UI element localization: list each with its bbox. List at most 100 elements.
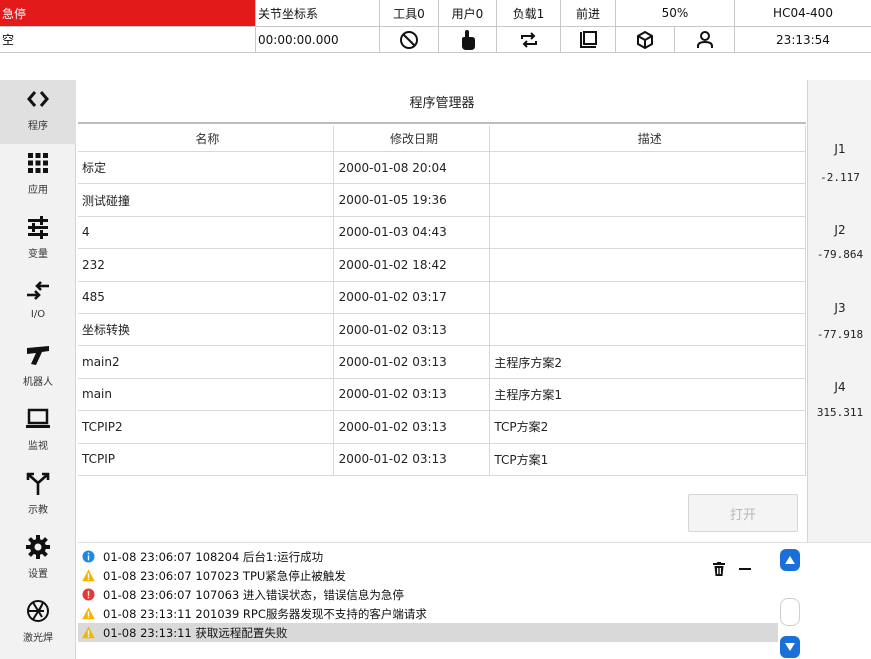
program-table: 名称 修改日期 描述 标定 2000-01-08 20:04 测试碰撞 2000-01… <box>78 126 806 476</box>
program-name-cell: 标定 <box>82 161 107 176</box>
joint-value: -2.117 <box>820 171 860 184</box>
table-header: 名称 修改日期 描述 <box>78 126 805 152</box>
log-panel: 01-08 23:06:07 108204 后台1:运行成功 01-08 23:0… <box>78 542 871 659</box>
joint-panel: J1 -2.117 J2 -79.864 J3 -77.918 J4 315.3… <box>807 80 871 542</box>
modified-date-cell: 2000-01-02 18:42 <box>332 249 490 281</box>
nav-label: 设置 <box>28 569 48 580</box>
log-entry[interactable]: 01-08 23:06:07 108204 后台1:运行成功 <box>78 547 778 566</box>
code-brackets-icon <box>27 91 49 107</box>
joint-value: -79.864 <box>816 248 864 261</box>
load-selector[interactable]: 负载1 <box>497 0 561 26</box>
column-header-name[interactable]: 名称 <box>78 126 333 151</box>
joint-value: 315.311 <box>816 406 864 419</box>
nav-item-settings[interactable]: 设置 <box>0 528 76 592</box>
warning-icon <box>82 607 95 620</box>
nav-item-laser-weld[interactable]: 激光焊 <box>0 592 76 656</box>
user-icon[interactable] <box>675 27 735 52</box>
description-cell <box>489 152 805 184</box>
table-row[interactable]: 232 2000-01-02 18:42 <box>78 249 805 282</box>
log-text: 01-08 23:13:11 获取远程配置失败 <box>103 625 288 640</box>
chevron-down-icon <box>785 643 795 651</box>
modified-date-cell: 2000-01-08 20:04 <box>332 152 490 184</box>
nav-item-program[interactable]: 程序 <box>0 80 76 144</box>
chevron-up-icon <box>785 556 795 564</box>
nav-label: 程序 <box>28 121 48 132</box>
table-row[interactable]: 标定 2000-01-08 20:04 <box>78 152 805 185</box>
nav-item-teach[interactable]: 示教 <box>0 464 76 528</box>
log-text: 01-08 23:06:07 107023 TPU紧急停止被触发 <box>103 568 346 583</box>
description-cell: 主程序方案1 <box>489 378 805 411</box>
description-cell <box>489 313 805 346</box>
nav-item-io[interactable]: I/O <box>0 272 76 336</box>
nav-label: 应用 <box>28 185 48 196</box>
estop-indicator[interactable]: 急停 <box>0 0 256 26</box>
trash-icon <box>713 562 725 576</box>
program-name-cell: TCPIP2 <box>82 419 123 434</box>
nav-item-apps[interactable]: 应用 <box>0 144 76 208</box>
gear-icon <box>26 535 50 559</box>
tool-selector[interactable]: 工具0 <box>380 0 439 26</box>
nav-label: 机器人 <box>23 377 53 388</box>
nav-item-robot[interactable]: 机器人 <box>0 336 76 400</box>
no-entry-icon[interactable] <box>380 27 439 52</box>
program-name-cell: 4 <box>82 225 90 240</box>
scroll-up-button[interactable] <box>780 549 800 571</box>
error-icon <box>82 588 95 601</box>
description-cell <box>489 249 805 281</box>
joint-name: J1 <box>834 142 846 156</box>
joint-value: -77.918 <box>816 328 864 341</box>
joint-name: J2 <box>834 223 846 237</box>
program-state: 空 <box>0 27 256 52</box>
page-title: 程序管理器 <box>78 80 806 124</box>
apps-grid-icon <box>28 153 48 173</box>
log-entry[interactable]: 01-08 23:06:07 107023 TPU紧急停止被触发 <box>78 566 778 585</box>
warning-icon <box>82 569 95 582</box>
log-entry[interactable]: 01-08 23:13:11 获取远程配置失败 <box>78 623 778 642</box>
nav-item-variables[interactable]: 变量 <box>0 208 76 272</box>
joint-name: J4 <box>834 380 846 394</box>
scroll-thumb[interactable] <box>780 598 800 626</box>
program-name-cell: 232 <box>82 257 105 272</box>
scroll-down-button[interactable] <box>780 636 800 658</box>
nav-item-monitor[interactable]: 监视 <box>0 400 76 464</box>
coordinate-system[interactable]: 关节坐标系 <box>256 0 380 26</box>
log-entry[interactable]: 01-08 23:13:11 201039 RPC服务器发现不支持的客户端请求 <box>78 604 778 623</box>
log-entry[interactable]: 01-08 23:06:07 107063 进入错误状态，错误信息为急停 <box>78 585 778 604</box>
user-frame-selector[interactable]: 用户0 <box>439 0 497 26</box>
info-icon <box>82 550 95 563</box>
table-row[interactable]: main 2000-01-02 03:13 主程序方案1 <box>78 378 805 412</box>
table-row[interactable]: main2 2000-01-02 03:13 主程序方案2 <box>78 346 805 379</box>
nav-label: 监视 <box>28 441 48 452</box>
description-cell: TCP方案2 <box>489 411 805 443</box>
program-name-cell: 485 <box>82 290 105 305</box>
table-row[interactable]: 485 2000-01-02 03:17 <box>78 281 805 314</box>
open-button[interactable]: 打开 <box>688 494 798 532</box>
run-time: 00:00:00.000 <box>256 27 380 52</box>
cube-icon[interactable] <box>616 27 675 52</box>
table-row[interactable]: TCPIP2 2000-01-02 03:13 TCP方案2 <box>78 411 805 444</box>
description-cell: TCP方案1 <box>489 443 805 475</box>
program-name-cell: main2 <box>82 355 120 370</box>
loop-icon[interactable] <box>497 27 561 52</box>
table-row[interactable]: TCPIP 2000-01-02 03:13 TCP方案1 <box>78 443 805 476</box>
robot-arm-icon <box>27 346 49 365</box>
copy-square-icon[interactable] <box>561 27 616 52</box>
table-row[interactable]: 测试碰撞 2000-01-05 19:36 <box>78 184 805 217</box>
speed-percent[interactable]: 50% <box>616 0 735 26</box>
status-row-2: 空 00:00:00.000 23:13:54 <box>0 27 871 53</box>
io-arrows-icon <box>27 281 49 300</box>
side-nav: 程序 应用 变量 I/O 机器人 监视 示教 设置 激光焊 <box>0 80 76 659</box>
description-cell <box>489 184 805 216</box>
aperture-icon <box>27 600 49 622</box>
collapse-log-button[interactable] <box>734 558 756 580</box>
table-row[interactable]: 坐标转换 2000-01-02 03:13 <box>78 313 805 347</box>
log-text: 01-08 23:13:11 201039 RPC服务器发现不支持的客户端请求 <box>103 606 427 621</box>
direction-mode[interactable]: 前进 <box>561 0 616 26</box>
minus-icon <box>739 568 751 570</box>
column-header-description[interactable]: 描述 <box>489 126 805 151</box>
log-scrollbar[interactable] <box>777 543 803 659</box>
delete-log-button[interactable] <box>708 558 730 580</box>
pointer-hand-icon[interactable] <box>439 27 497 52</box>
table-row[interactable]: 4 2000-01-03 04:43 <box>78 216 805 250</box>
column-header-date[interactable]: 修改日期 <box>332 126 490 151</box>
